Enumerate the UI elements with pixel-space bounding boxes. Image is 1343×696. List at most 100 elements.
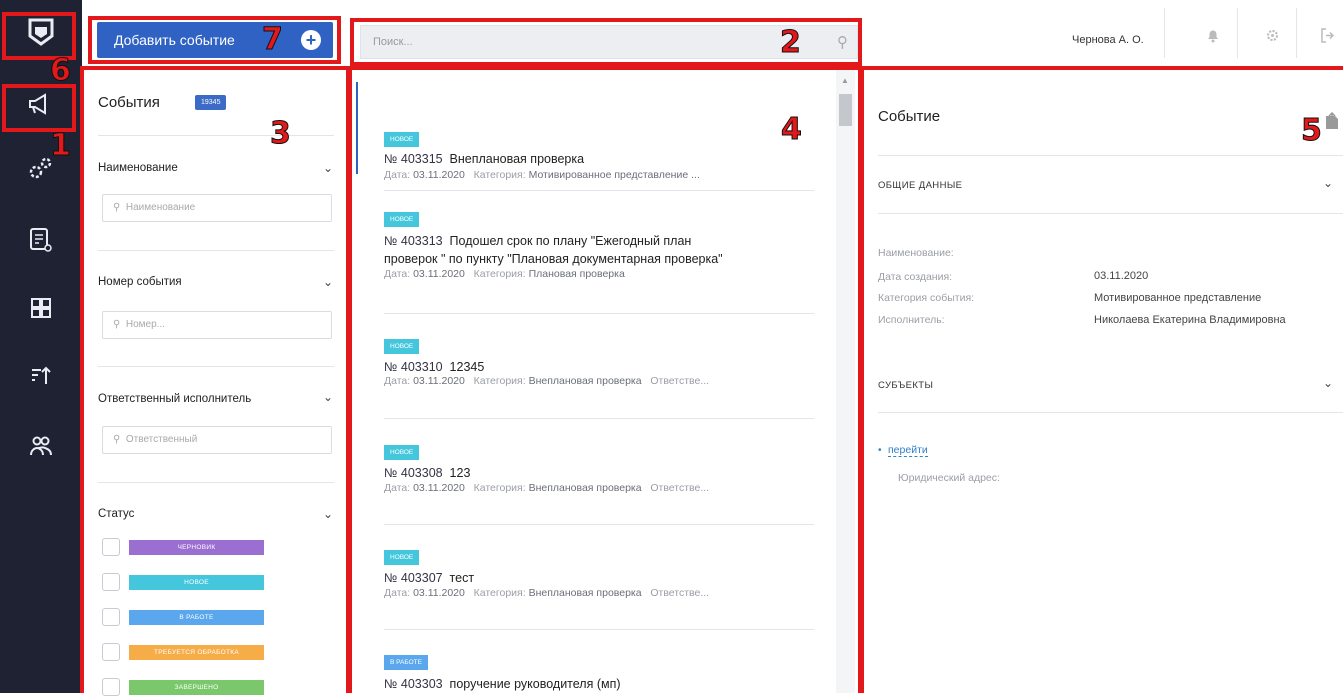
users-icon[interactable] [0,426,82,466]
event-number: № 403303 [384,677,443,691]
list-item[interactable]: НОВОЕ № 403313 Подошел срок по плану "Еж… [384,208,814,280]
responsible-filter-input[interactable]: ⚲ Ответственный [102,426,332,454]
date-label: Дата: [384,482,411,494]
chevron-down-icon[interactable]: ⌄ [323,390,333,404]
event-number: № 403315 [384,152,443,166]
legal-address-label: Юридический адрес: [898,472,1000,484]
add-event-button[interactable]: Добавить событие + [97,22,333,58]
number-filter-placeholder: Номер... [125,319,166,330]
number-filter-input[interactable]: ⚲ Номер... [102,311,332,339]
chevron-down-icon[interactable]: ⌄ [1323,176,1333,190]
category-label: Категория: [473,375,526,387]
status-badge: НОВОЕ [384,132,420,147]
status-checkbox[interactable] [102,643,120,661]
grid-icon[interactable] [0,288,82,328]
divider [384,629,814,630]
divider [1237,8,1238,58]
report-icon[interactable] [0,220,82,260]
status-badge: НОВОЕ [384,445,420,460]
divider [878,412,1343,413]
event-title: 123 [449,466,471,480]
status-badge: НОВОЕ [129,575,264,590]
event-number: № 403307 [384,571,443,585]
event-date: 03.11.2020 [413,482,465,494]
list-item[interactable]: НОВОЕ № 403307 тест Дата: 03.11.2020 Кат… [384,546,814,599]
callout-1: 1 [50,128,72,163]
chevron-down-icon[interactable]: ⌄ [323,275,333,289]
search-icon: ⚲ [113,319,126,330]
selected-indicator [356,82,358,174]
category-label: Категория: [473,268,526,280]
list-item[interactable]: НОВОЕ № 403310 12345 Дата: 03.11.2020 Ка… [384,335,814,387]
bell-icon[interactable] [1206,28,1220,47]
responsible-filter-placeholder: Ответственный [125,434,198,445]
event-number: № 403310 [384,360,443,374]
divider [98,482,334,483]
name-filter-placeholder: Наименование [125,202,196,213]
scrollbar-thumb[interactable] [839,94,852,126]
callout-6: 6 [50,53,72,88]
field-value: 03.11.2020 [1094,270,1149,282]
name-filter-input[interactable]: ⚲ Наименование [102,194,332,222]
status-checkbox[interactable] [102,678,120,696]
event-title: Подошел срок по плану "Ежегодный план [449,234,692,248]
events-count-badge: 19345 [195,95,227,110]
list-scrollbar[interactable]: ▲ [836,70,855,693]
filters-title: События [98,94,160,111]
chevron-down-icon[interactable]: ⌄ [1323,376,1333,390]
scroll-up-icon[interactable]: ▲ [841,76,849,85]
list-item[interactable]: НОВОЕ № 403308 123 Дата: 03.11.2020 Кате… [384,441,814,494]
event-number: № 403313 [384,234,443,248]
divider [384,418,814,419]
event-responsible: Ответстве... [650,587,710,599]
list-item[interactable]: В РАБОТЕ № 403303 поручение руководителя… [384,651,814,691]
megaphone-icon[interactable] [0,84,82,124]
general-section-header[interactable]: ОБЩИЕ ДАННЫЕ [878,180,962,191]
status-checkbox[interactable] [102,538,120,556]
filter-name-label: Наименование [98,162,178,174]
event-detail-panel: Событие ОБЩИЕ ДАННЫЕ ⌄ Наименование: Дат… [862,70,1343,693]
date-label: Дата: [384,169,411,181]
chevron-down-icon[interactable]: ⌄ [323,161,333,175]
search-placeholder: Поиск... [373,36,413,48]
divider [878,155,1343,156]
search-icon[interactable]: ⚲ [837,33,848,51]
divider [384,524,814,525]
logo-icon[interactable] [0,12,82,52]
list-item[interactable]: НОВОЕ № 403315 Внеплановая проверка Дата… [384,128,814,181]
user-name[interactable]: Чернова А. О. [1072,34,1144,46]
callout-7: 7 [262,22,284,57]
field-label: Дата создания: [878,271,953,283]
export-icon[interactable] [1324,111,1340,135]
divider [1296,8,1297,58]
callout-3: 3 [270,116,292,151]
bullet-icon: • [878,445,882,456]
subject-link[interactable]: перейти [888,444,928,457]
divider [1164,8,1165,58]
event-responsible: Ответстве... [650,482,710,494]
event-category: Внеплановая проверка [528,482,642,494]
status-checkbox[interactable] [102,573,120,591]
status-badge: ЧЕРНОВИК [129,540,264,555]
chevron-down-icon[interactable]: ⌄ [323,507,333,521]
event-category: Внеплановая проверка [528,375,642,387]
subjects-section-header[interactable]: СУБЪЕКТЫ [878,380,933,391]
event-title: тест [449,571,475,585]
event-category: Мотивированное представление ... [528,169,700,181]
gear-icon[interactable] [1265,28,1280,47]
status-checkbox[interactable] [102,608,120,626]
field-label: Исполнитель: [878,314,945,326]
status-badge: В РАБОТЕ [129,610,264,625]
logout-icon[interactable] [1320,28,1335,47]
status-badge: ТРЕБУЕТСЯ ОБРАБОТКА [129,645,264,660]
event-date: 03.11.2020 [413,169,465,181]
event-date: 03.11.2020 [413,587,465,599]
divider [98,135,334,136]
event-category: Плановая проверка [528,268,625,280]
category-label: Категория: [473,482,526,494]
plus-icon: + [301,30,321,50]
divider [878,213,1343,214]
event-category: Внеплановая проверка [528,587,642,599]
sort-icon[interactable] [0,356,82,396]
divider [384,313,814,314]
